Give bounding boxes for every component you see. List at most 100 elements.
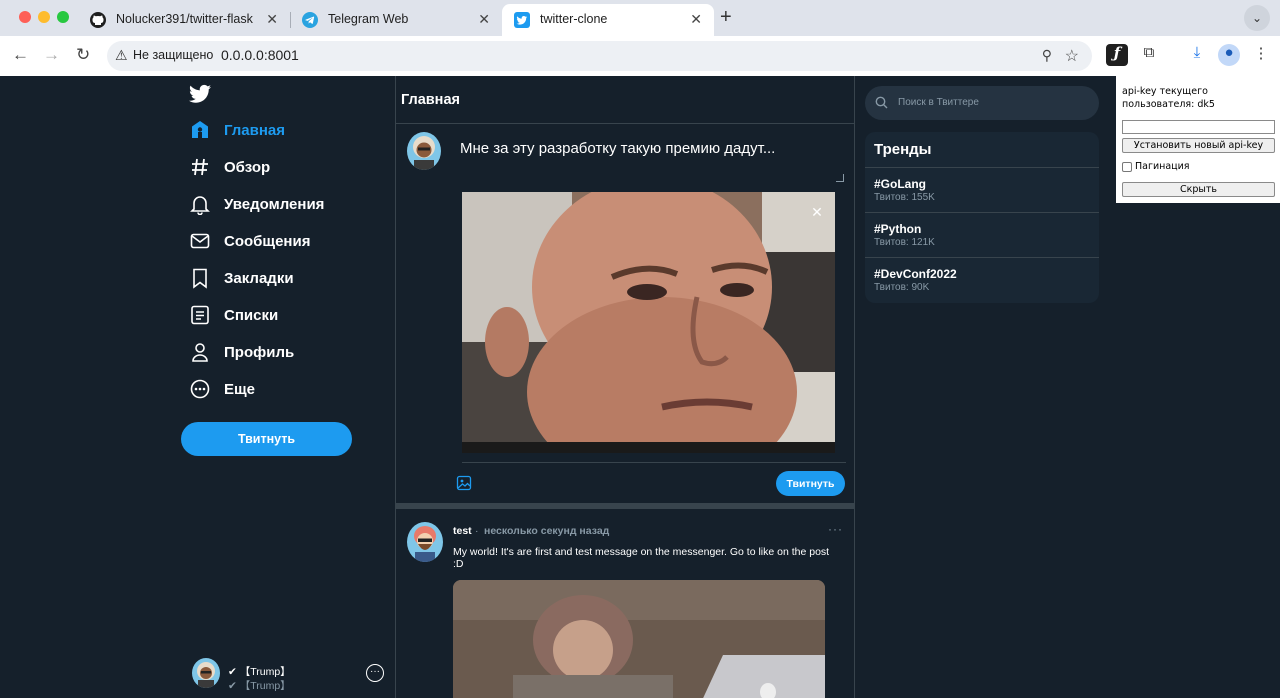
trend-item[interactable]: #GoLang Твитов: 155K bbox=[865, 167, 1099, 212]
more-icon bbox=[190, 379, 210, 399]
sidebar-item-label: Сообщения bbox=[224, 232, 311, 250]
sidebar-item-lists[interactable]: Списки bbox=[189, 301, 278, 329]
current-user-handle: ✔ 【Trump】 bbox=[228, 680, 291, 692]
post-avatar[interactable] bbox=[407, 522, 443, 562]
list-icon bbox=[191, 305, 209, 325]
tab-title: Nolucker391/twitter-flask bbox=[116, 12, 253, 26]
bookmark-icon bbox=[193, 268, 207, 289]
tab-close-icon[interactable]: ✕ bbox=[478, 11, 490, 28]
twitter-logo-icon[interactable] bbox=[189, 84, 211, 104]
address-bar[interactable]: ⚠ Не защищено 0.0.0.0:8001 ⚲ ☆ bbox=[107, 41, 1092, 71]
api-key-input[interactable] bbox=[1122, 120, 1275, 134]
composer-avatar bbox=[407, 132, 441, 170]
search-bar[interactable]: Поиск в Твиттере bbox=[865, 86, 1099, 120]
reload-icon[interactable]: ↻ bbox=[76, 45, 90, 65]
back-arrow-icon[interactable]: ← bbox=[12, 45, 29, 65]
remove-image-icon[interactable]: ✕ bbox=[808, 203, 826, 221]
attached-image-preview bbox=[462, 192, 835, 453]
sidebar-item-explore[interactable]: Обзор bbox=[189, 153, 270, 181]
search-icon bbox=[875, 96, 888, 109]
current-user-card[interactable]: ✔ 【Trump】 ✔ 【Trump】 ··· bbox=[190, 656, 390, 692]
chevron-down-icon[interactable]: ⌄ bbox=[1244, 5, 1270, 31]
download-icon[interactable]: ⤓ bbox=[1186, 44, 1208, 66]
tab-telegram[interactable]: Telegram Web ✕ bbox=[290, 4, 502, 36]
sidebar-tweet-button[interactable]: Твитнуть bbox=[181, 422, 352, 456]
profile-icon[interactable]: ● bbox=[1218, 44, 1240, 66]
sidebar-item-label: Главная bbox=[224, 121, 286, 139]
trend-count: Твитов: 155K bbox=[874, 192, 935, 203]
header-divider bbox=[396, 123, 854, 124]
trend-tag: #GoLang bbox=[874, 177, 927, 191]
extension-icon[interactable]: ƒ bbox=[1106, 44, 1128, 66]
trend-item[interactable]: #DevConf2022 Твитов: 90K bbox=[865, 257, 1099, 302]
tab-twitter-clone[interactable]: twitter-clone ✕ bbox=[502, 4, 714, 36]
post-author[interactable]: test bbox=[453, 525, 472, 537]
tab-github[interactable]: Nolucker391/twitter-flask ✕ bbox=[78, 4, 290, 36]
browser-toolbar: ← → ↻ ⚠ Не защищено 0.0.0.0:8001 ⚲ ☆ ƒ ⧉… bbox=[0, 36, 1280, 76]
sidebar-item-profile[interactable]: Профиль bbox=[189, 338, 294, 366]
sidebar-item-label: Профиль bbox=[224, 343, 295, 361]
trend-tag: #Python bbox=[874, 222, 922, 236]
set-api-key-button[interactable]: Установить новый api-key bbox=[1122, 138, 1275, 153]
tab-title: twitter-clone bbox=[540, 12, 608, 26]
post-more-icon[interactable]: ··· bbox=[828, 522, 843, 536]
bell-icon bbox=[190, 196, 210, 215]
warning-icon[interactable]: ⚠ bbox=[115, 47, 128, 64]
new-tab-icon[interactable]: + bbox=[720, 6, 732, 29]
sidebar-item-messages[interactable]: Сообщения bbox=[189, 227, 310, 255]
zoom-icon[interactable]: ⚲ bbox=[1042, 47, 1052, 64]
sidebar-item-label: Списки bbox=[224, 306, 279, 324]
trends-title: Тренды bbox=[874, 141, 932, 158]
tab-close-icon[interactable]: ✕ bbox=[690, 11, 702, 28]
twitter-icon bbox=[514, 12, 530, 28]
sidebar-item-label: Уведомления bbox=[224, 195, 325, 213]
post-text: My world! It's are first and test messag… bbox=[453, 546, 830, 570]
sidebar-item-more[interactable]: Еще bbox=[189, 375, 255, 403]
post-timestamp: несколько секунд назад bbox=[484, 525, 610, 537]
textarea-resize-handle[interactable] bbox=[836, 174, 844, 182]
user-icon bbox=[192, 343, 208, 362]
tab-title: Telegram Web bbox=[328, 12, 409, 26]
browser-tab-bar: Nolucker391/twitter-flask ✕ Telegram Web… bbox=[0, 0, 1280, 36]
telegram-icon bbox=[302, 12, 318, 28]
sidebar-item-home[interactable]: Главная bbox=[189, 116, 285, 144]
home-icon bbox=[192, 121, 208, 138]
avatar bbox=[192, 658, 220, 688]
hashtag-icon bbox=[192, 158, 208, 176]
hide-panel-button[interactable]: Скрыть bbox=[1122, 182, 1275, 197]
sidebar-item-notifications[interactable]: Уведомления bbox=[189, 190, 324, 218]
forward-arrow-icon[interactable]: → bbox=[43, 45, 60, 65]
current-user-name: ✔ 【Trump】 bbox=[228, 666, 291, 678]
tab-close-icon[interactable]: ✕ bbox=[266, 11, 278, 28]
post-separator: · bbox=[475, 525, 479, 537]
trends-panel: Тренды #GoLang Твитов: 155K #Python Твит… bbox=[865, 132, 1099, 303]
github-icon bbox=[90, 12, 106, 28]
sidebar-item-bookmarks[interactable]: Закладки bbox=[189, 264, 294, 292]
account-more-icon[interactable]: ··· bbox=[366, 664, 384, 682]
api-key-label: api-key текущего пользователя: dk5 bbox=[1122, 86, 1215, 110]
window-close-button[interactable] bbox=[19, 11, 31, 23]
sidebar-item-label: Еще bbox=[224, 380, 256, 398]
trend-item[interactable]: #Python Твитов: 121K bbox=[865, 212, 1099, 257]
page-title: Главная bbox=[401, 92, 460, 108]
composer-tweet-button[interactable]: Твитнуть bbox=[776, 471, 845, 496]
api-key-panel: api-key текущего пользователя: dk5 Устан… bbox=[1116, 76, 1280, 203]
search-input[interactable]: Поиск в Твиттере bbox=[898, 97, 979, 108]
window-minimize-button[interactable] bbox=[38, 11, 50, 23]
trend-count: Твитов: 90K bbox=[874, 282, 930, 293]
url-text[interactable]: 0.0.0.0:8001 bbox=[221, 47, 299, 63]
sidebar-item-label: Закладки bbox=[224, 269, 294, 287]
image-upload-icon[interactable] bbox=[456, 475, 472, 491]
pagination-label[interactable]: Пагинация bbox=[1135, 161, 1190, 172]
tweet-composer-input[interactable]: Мне за эту разработку такую премию дадут… bbox=[460, 140, 775, 157]
feed-divider bbox=[396, 503, 854, 509]
composer-divider bbox=[462, 462, 846, 463]
bookmark-star-icon[interactable]: ☆ bbox=[1065, 46, 1079, 66]
pagination-checkbox[interactable] bbox=[1122, 162, 1132, 172]
kebab-menu-icon[interactable]: ⋮ bbox=[1250, 44, 1272, 66]
post-image[interactable] bbox=[453, 580, 825, 698]
puzzle-icon[interactable]: ⧉ bbox=[1138, 44, 1160, 66]
trend-count: Твитов: 121K bbox=[874, 237, 935, 248]
security-status[interactable]: Не защищено bbox=[133, 48, 213, 62]
window-zoom-button[interactable] bbox=[57, 11, 69, 23]
